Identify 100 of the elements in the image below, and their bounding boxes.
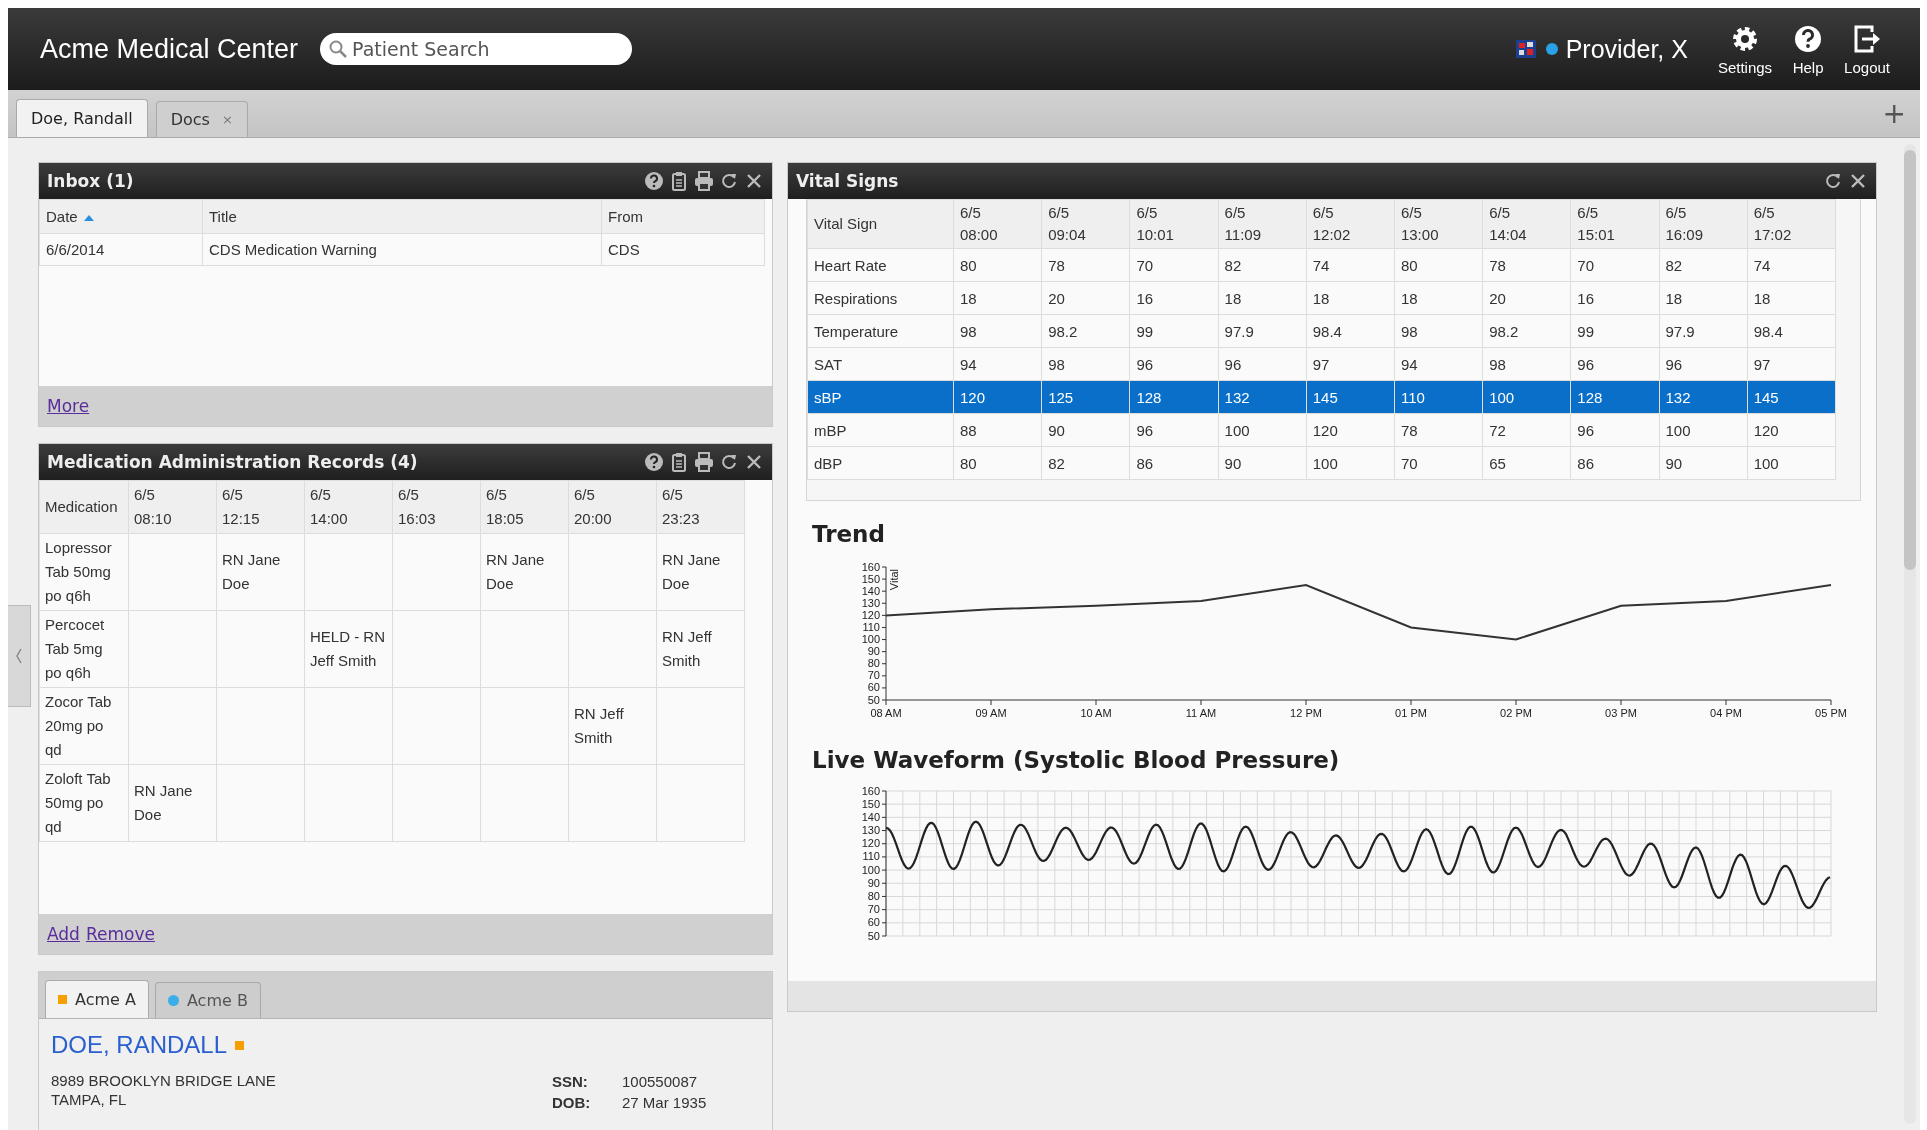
panel-title: Vital Signs xyxy=(796,171,899,191)
flag-icon[interactable] xyxy=(1515,40,1536,58)
column-header: 6/5 18:05 xyxy=(480,480,569,534)
logout-button[interactable]: Logout xyxy=(1834,22,1900,76)
clipboard-icon[interactable] xyxy=(669,171,689,191)
column-header: 6/5 14:04 xyxy=(1482,199,1571,249)
axis-tick-label: 90 xyxy=(867,645,880,658)
refresh-icon[interactable] xyxy=(1823,171,1843,191)
column-header: 6/5 23:23 xyxy=(656,480,745,534)
patient-name[interactable]: DOE, RANDALL xyxy=(51,1031,228,1059)
tab[interactable]: Doe, Randall xyxy=(16,99,148,137)
table-row[interactable]: SAT 94 98 96 96 97 94 98 96 96 97 xyxy=(807,347,1836,381)
table-cell: CDS xyxy=(601,233,765,266)
tab[interactable]: Docs × xyxy=(155,101,248,137)
search-field[interactable]: Patient Search xyxy=(320,33,633,65)
table-cell: RN Jane Doe xyxy=(216,533,305,611)
scrollbar-thumb[interactable] xyxy=(1904,150,1916,570)
column-header[interactable]: Date xyxy=(39,199,203,234)
table-row[interactable]: Temperature 98 98.2 99 97.9 98.4 98 98.2 99 97.9 98.4 xyxy=(807,314,1836,348)
axis-tick-label: 08 AM xyxy=(870,707,902,719)
axis-tick-label: 150 xyxy=(861,797,880,810)
table-row[interactable]: sBP 120 125 128 132 145 110 100 128 132 145 xyxy=(807,380,1836,414)
table-cell: RN Jane Doe xyxy=(480,533,569,611)
axis-tick-label: 60 xyxy=(867,916,880,929)
collapse-handle[interactable] xyxy=(8,605,31,707)
column-header[interactable]: Title xyxy=(202,199,602,234)
tab[interactable]: Acme B xyxy=(154,982,261,1018)
axis-tick-label: 120 xyxy=(861,837,880,850)
column-header[interactable]: From xyxy=(601,199,765,234)
field-value: 27 Mar 1935 xyxy=(622,1094,708,1111)
column-header: 6/5 15:01 xyxy=(1570,199,1659,249)
axis-tick-label: 80 xyxy=(867,889,880,902)
chevron-left-icon xyxy=(14,646,24,666)
table-cell: 6/6/2014 xyxy=(39,233,203,266)
axis-tick-label: 01 PM xyxy=(1395,707,1427,719)
refresh-icon[interactable] xyxy=(719,171,739,191)
address-line: 8989 BROOKLYN BRIDGE LANE xyxy=(51,1071,276,1090)
table-cell: Zoloft Tab 50mg po qd xyxy=(39,764,129,842)
field-label: DOB: xyxy=(552,1094,592,1111)
axis-tick-label: 09 AM xyxy=(975,707,1007,719)
table-cell: RN Jeff Smith xyxy=(568,687,657,765)
axis-tick-label: 140 xyxy=(861,584,880,597)
column-header: 6/5 14:00 xyxy=(304,480,393,534)
axis-tick-label: 150 xyxy=(861,572,880,585)
column-header: 6/5 12:15 xyxy=(216,480,305,534)
column-header: 6/5 16:09 xyxy=(1659,199,1748,249)
axis-tick-label: 80 xyxy=(867,657,880,670)
axis-tick-label: 02 PM xyxy=(1500,707,1532,719)
axis-tick-label: 90 xyxy=(867,876,880,889)
link[interactable]: Remove xyxy=(85,924,155,944)
field-value: 100550087 xyxy=(622,1073,699,1090)
axis-tick-label: 110 xyxy=(862,620,880,633)
address-line: TAMPA, FL xyxy=(51,1090,128,1109)
column-header: Vital Sign xyxy=(807,199,954,249)
axis-tick-label: 160 xyxy=(861,784,880,797)
link[interactable]: Add xyxy=(47,924,80,944)
help-icon[interactable] xyxy=(644,171,664,191)
column-header: 6/5 08:00 xyxy=(953,199,1042,249)
axis-tick-label: 03 PM xyxy=(1605,707,1637,719)
axis-tick-label: 10 AM xyxy=(1080,707,1112,719)
table-cell: Lopressor Tab 50mg po q6h xyxy=(39,533,129,611)
table-cell: RN Jeff Smith xyxy=(656,610,745,688)
table-row[interactable]: Heart Rate 80 78 70 82 74 80 78 70 82 74 xyxy=(807,248,1836,282)
axis-tick-label: 100 xyxy=(861,633,880,646)
print-icon[interactable] xyxy=(694,452,714,472)
table-cell: HELD - RN Jeff Smith xyxy=(304,610,393,688)
axis-label: Vital xyxy=(888,569,900,591)
column-header: Medication xyxy=(39,480,129,534)
help-icon[interactable] xyxy=(644,452,664,472)
panel-title: Inbox (1) xyxy=(47,171,134,191)
tab[interactable]: Acme A xyxy=(45,980,149,1018)
table-row[interactable]: dBP 80 82 86 90 100 70 65 86 90 100 xyxy=(807,446,1836,480)
user-name[interactable]: Provider, X xyxy=(1565,34,1688,64)
axis-tick-label: 70 xyxy=(867,903,880,916)
app-title: Acme Medical Center xyxy=(40,33,299,65)
scrollbar[interactable] xyxy=(1904,144,1916,1124)
link[interactable]: More xyxy=(47,396,90,416)
axis-tick-label: 120 xyxy=(861,608,880,621)
column-header: 6/5 13:00 xyxy=(1394,199,1483,249)
settings-button[interactable]: Settings xyxy=(1707,22,1783,76)
column-header: 6/5 10:01 xyxy=(1129,199,1219,249)
table-cell: RN Jane Doe xyxy=(128,764,217,842)
add-tab-button[interactable]: + xyxy=(1876,97,1912,130)
axis-tick-label: 50 xyxy=(867,693,880,706)
column-header: 6/5 17:02 xyxy=(1747,199,1836,249)
refresh-icon[interactable] xyxy=(719,452,739,472)
axis-tick-label: 130 xyxy=(861,596,880,609)
axis-tick-label: 110 xyxy=(862,850,880,863)
panel-title: Medication Administration Records (4) xyxy=(47,452,418,472)
axis-tick-label: 11 AM xyxy=(1185,707,1217,719)
clipboard-icon[interactable] xyxy=(669,452,689,472)
table-cell: CDS Medication Warning xyxy=(202,233,602,266)
axis-tick-label: 70 xyxy=(867,669,880,682)
axis-tick-label: 100 xyxy=(861,863,880,876)
chart-title: Trend xyxy=(812,521,886,547)
table-row[interactable]: Respirations 18 20 16 18 18 18 20 16 18 18 xyxy=(807,281,1836,315)
print-icon[interactable] xyxy=(694,171,714,191)
axis-tick-label: 60 xyxy=(867,681,880,694)
table-row[interactable]: mBP 88 90 96 100 120 78 72 96 100 120 xyxy=(807,413,1836,447)
help-button[interactable]: Help xyxy=(1782,22,1835,76)
